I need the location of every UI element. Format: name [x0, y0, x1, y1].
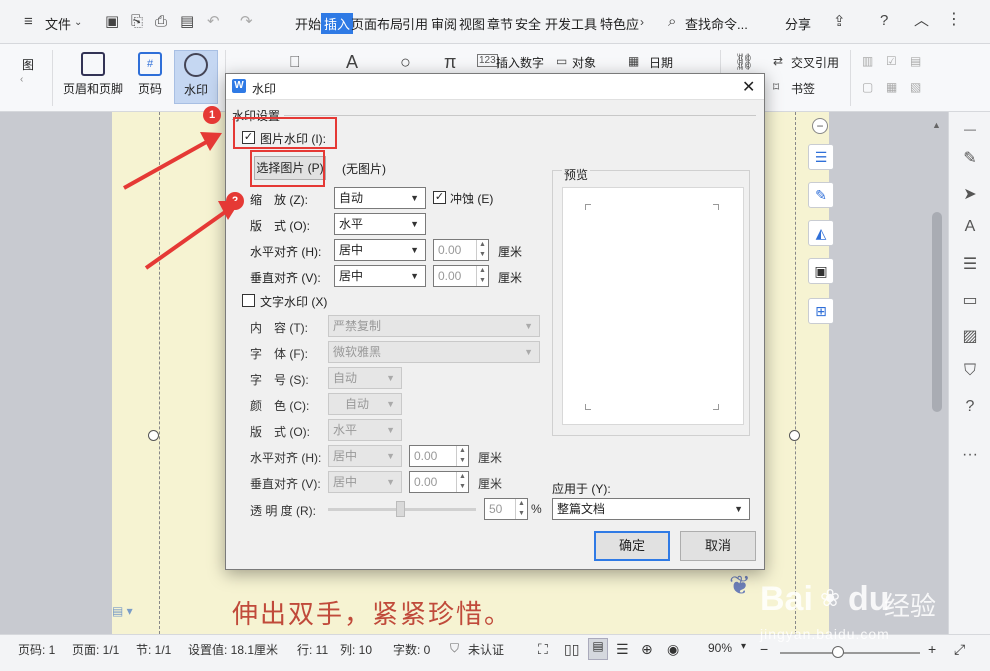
annotation-arrows [123, 132, 240, 270]
annotation-arrow-2 [144, 208, 230, 270]
annotation-arrow-1 [123, 138, 211, 190]
